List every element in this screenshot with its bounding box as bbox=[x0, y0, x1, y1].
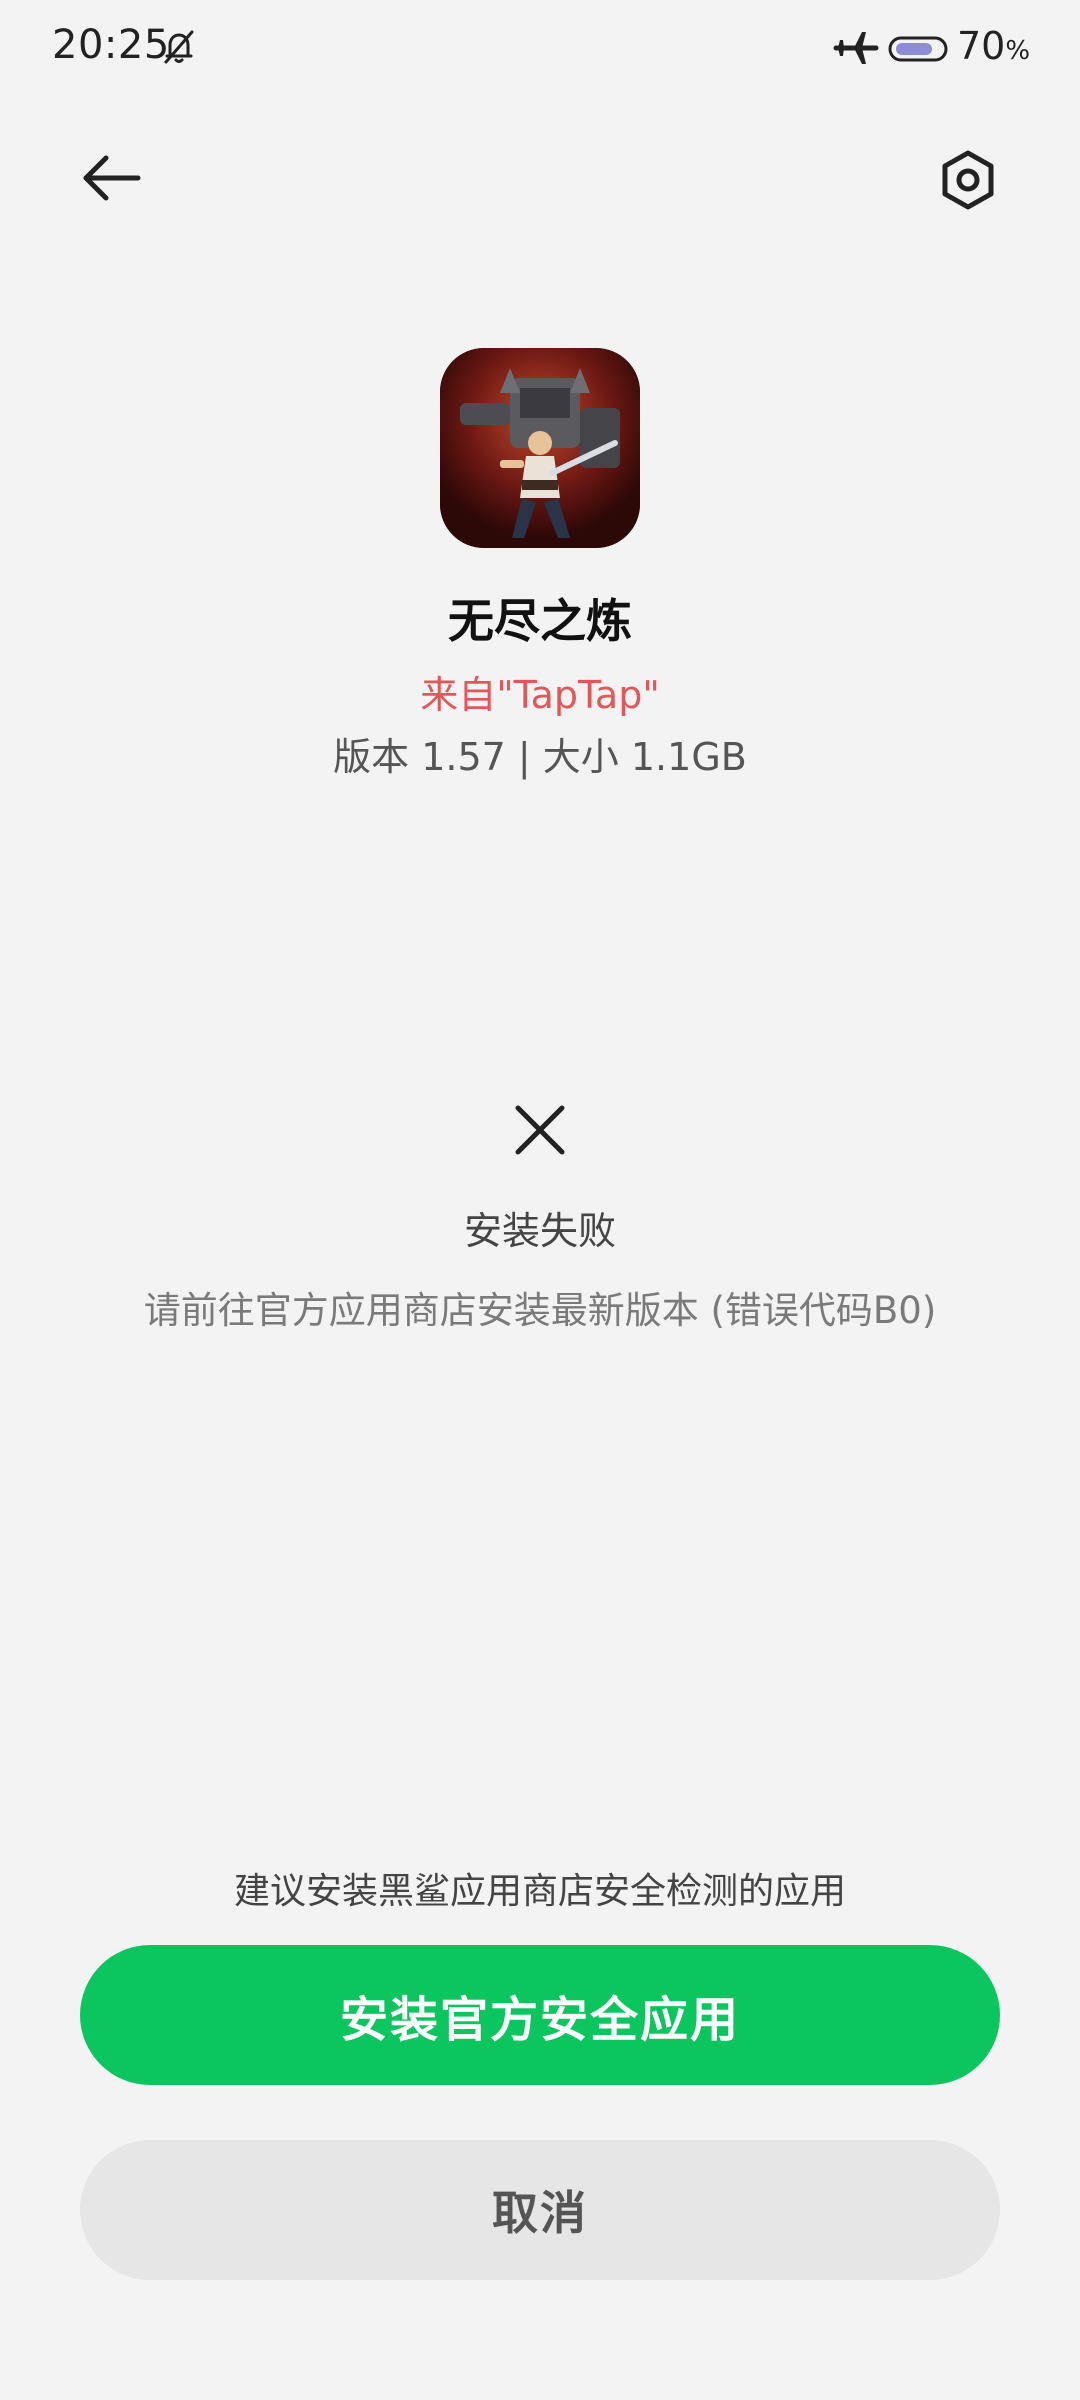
battery-icon bbox=[888, 36, 952, 62]
arrow-left-icon bbox=[80, 154, 144, 206]
suggestion-text: 建议安装黑鲨应用商店安全检测的应用 bbox=[233, 1871, 846, 1912]
install-failed-description: 请前往官方应用商店安装最新版本 (错误代码B0) bbox=[143, 1289, 937, 1332]
settings-hex-icon bbox=[938, 150, 998, 214]
app-source: 来自"TapTap" bbox=[420, 673, 660, 717]
airplane-icon bbox=[832, 24, 880, 72]
install-official-button[interactable]: 安装官方安全应用 bbox=[80, 1945, 1000, 2085]
app-icon bbox=[440, 348, 640, 548]
app-name: 无尽之炼 bbox=[448, 594, 632, 648]
close-icon bbox=[510, 1100, 570, 1160]
bell-off-icon bbox=[158, 26, 200, 68]
battery-level-text: 70% bbox=[957, 24, 1031, 68]
status-bar: 20:25 70% bbox=[0, 0, 1080, 100]
settings-button[interactable] bbox=[926, 140, 1010, 224]
app-version-size: 版本 1.57 | 大小 1.1GB bbox=[333, 735, 747, 779]
status-time: 20:25 bbox=[52, 22, 170, 68]
cancel-button[interactable]: 取消 bbox=[80, 2140, 1000, 2280]
back-button[interactable] bbox=[72, 140, 152, 220]
install-failed-title: 安装失败 bbox=[463, 1209, 616, 1253]
